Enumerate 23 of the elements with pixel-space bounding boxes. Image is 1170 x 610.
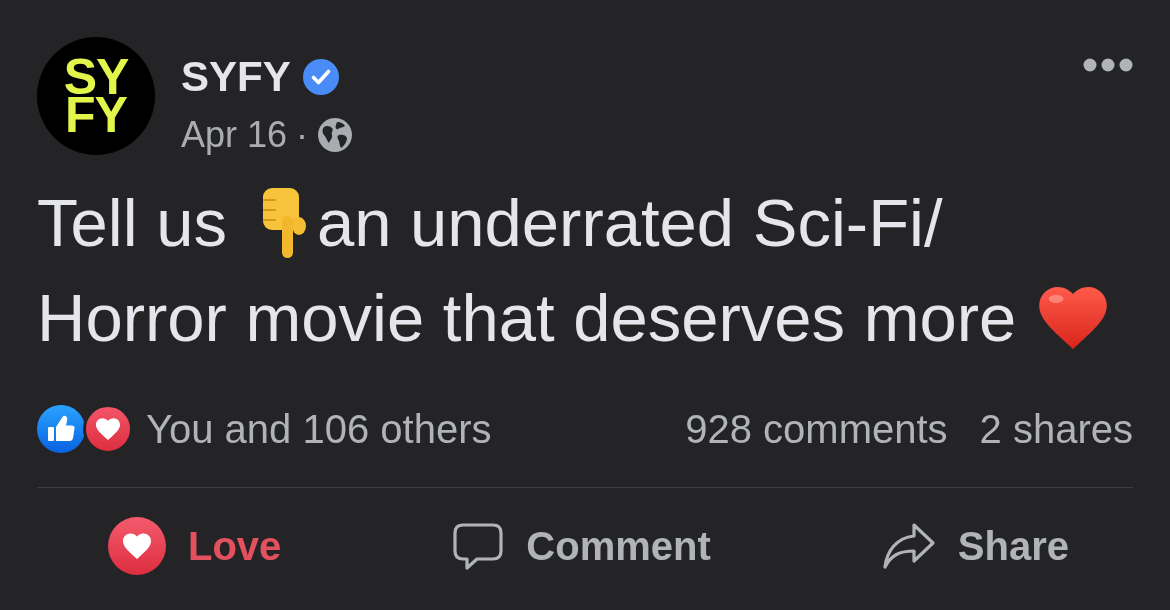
comment-bubble-icon — [452, 520, 505, 572]
globe-icon — [318, 118, 353, 152]
separator-dot: · — [296, 117, 309, 153]
logo-text: SY FY — [63, 58, 129, 134]
post-text: an underrated Sci-Fi/ — [316, 184, 943, 262]
shares-count[interactable]: 2 shares — [979, 409, 1133, 449]
share-arrow-icon — [881, 521, 936, 571]
post-text: Tell us — [37, 184, 227, 262]
share-button[interactable]: Share — [881, 521, 1069, 571]
reactions-summary[interactable]: You and 106 others — [146, 409, 492, 449]
page-name[interactable]: SYFY — [181, 56, 291, 98]
like-reaction-icon — [37, 405, 85, 453]
more-options-icon[interactable] — [1083, 58, 1133, 72]
heart-emoji-icon — [1039, 286, 1108, 349]
pointing-down-hand-icon — [260, 187, 307, 258]
comment-button[interactable]: Comment — [452, 520, 711, 572]
logo-avatar[interactable]: SY FY — [37, 37, 155, 155]
post-date[interactable]: Apr 16 — [181, 117, 288, 153]
post-text: Horror movie that deserves more — [37, 279, 1017, 357]
love-reaction-icon — [83, 404, 133, 454]
comments-count[interactable]: 928 comments — [685, 409, 948, 449]
love-button[interactable]: Love — [108, 517, 282, 575]
love-reaction-icon — [108, 517, 166, 575]
